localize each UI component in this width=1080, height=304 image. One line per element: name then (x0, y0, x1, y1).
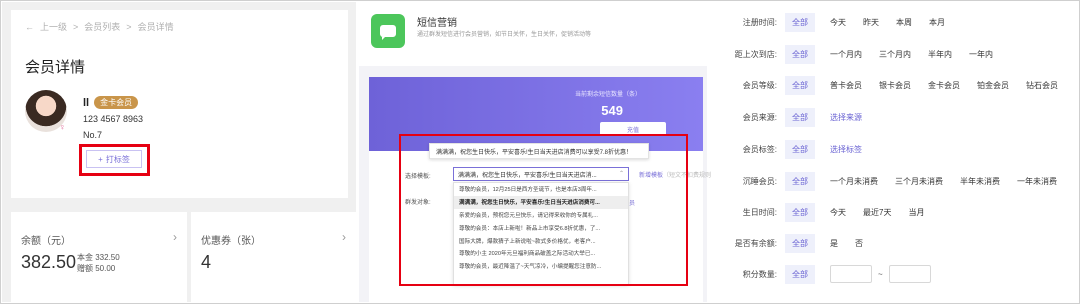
filter-option[interactable]: 一个月未消费 (830, 176, 878, 187)
coupon-card[interactable]: 优惠券（张） › 4 (191, 212, 356, 302)
member-info-card: ← 上一级 > 会员列表 > 会员详情 会员详情 ♀ ll 金卡会员 123 4… (11, 10, 348, 198)
sms-balance-count: 549 (601, 103, 623, 118)
screenshot-frame: ← 上一级 > 会员列表 > 会员详情 会员详情 ♀ ll 金卡会员 123 4… (0, 0, 1080, 304)
breadcrumb-member-list[interactable]: 会员列表 (84, 20, 120, 33)
filter-label: 会员等级: (742, 80, 777, 90)
sms-icon (371, 14, 405, 48)
filter-label: 积分数量: (742, 269, 777, 279)
filter-option[interactable]: 普卡会员 (830, 80, 862, 91)
sms-header: 短信营销 通过群发短信进行会员营销，如节日关怀，生日关怀，促销活动等 (359, 2, 707, 66)
filter-option-all[interactable]: 全部 (785, 44, 815, 64)
filter-option-all[interactable]: 全部 (785, 12, 815, 32)
filter-row-points: 积分数量: 全部 ~ (711, 264, 931, 284)
filter-option[interactable]: 今天 (830, 17, 846, 28)
filter-option[interactable]: 否 (855, 238, 863, 249)
filter-option[interactable]: 当月 (908, 207, 924, 218)
range-separator: ~ (878, 269, 883, 279)
filter-label: 距上次到店: (734, 49, 777, 59)
filter-option[interactable]: 最近7天 (863, 207, 891, 218)
filter-option[interactable]: 本月 (929, 17, 945, 28)
filter-option[interactable]: 昨天 (863, 17, 879, 28)
sms-balance-label: 当前剩余短信数量（条） (574, 92, 641, 98)
breadcrumb-back[interactable]: 上一级 (40, 20, 67, 33)
filter-option[interactable]: 是 (830, 238, 838, 249)
filter-option[interactable]: 铂金会员 (977, 80, 1009, 91)
filter-label: 生日时间: (742, 207, 777, 217)
filter-option[interactable]: 三个月内 (879, 49, 911, 60)
balance-principal: 本金 332.50 (77, 253, 120, 262)
member-number: No.7 (83, 130, 103, 140)
filter-option-all[interactable]: 全部 (785, 139, 815, 159)
chevron-right-icon: › (342, 230, 346, 244)
filter-row-birthday: 生日时间: 全部 今天 最近7天 当月 (711, 202, 941, 222)
filter-label: 沉睡会员: (742, 176, 777, 186)
filter-label: 会员标签: (742, 144, 777, 154)
filter-option-all[interactable]: 全部 (785, 75, 815, 95)
breadcrumb: ← 上一级 > 会员列表 > 会员详情 (25, 20, 174, 33)
coupon-value: 4 (201, 252, 212, 272)
select-source-link[interactable]: 选择来源 (830, 112, 862, 123)
filter-option-all[interactable]: 全部 (785, 107, 815, 127)
coupon-label: 优惠券（张） (201, 236, 261, 247)
balance-label: 余额（元） (21, 236, 71, 247)
member-name: ll (83, 96, 90, 109)
points-max-input[interactable] (888, 265, 931, 283)
filter-row-last-visit: 距上次到店: 全部 一个月内 三个月内 半年内 一年内 (711, 44, 1010, 64)
vip-badge: 金卡会员 (94, 96, 139, 109)
points-min-input[interactable] (830, 265, 872, 283)
filter-option[interactable]: 一年内 (969, 49, 993, 60)
filter-label: 是否有余额: (734, 238, 777, 248)
plus-icon: + (98, 154, 103, 164)
member-filter-panel: 注册时间: 全部 今天 昨天 本周 本月 距上次到店: 全部 一个月内 三个月内… (711, 2, 1079, 302)
filter-option[interactable]: 银卡会员 (879, 80, 911, 91)
sms-description: 通过群发短信进行会员营销，如节日关怀，生日关怀，促销活动等 (417, 32, 592, 38)
filter-row-member-level: 会员等级: 全部 普卡会员 银卡会员 金卡会员 铂金会员 钻石会员 (711, 75, 1058, 95)
select-tags-link[interactable]: 选择标签 (830, 144, 862, 155)
filter-option-all[interactable]: 全部 (785, 233, 815, 253)
balance-bonus: 赠额 50.00 (77, 264, 116, 273)
member-name-row: ll 金卡会员 (83, 96, 139, 109)
filter-option[interactable]: 一年未消费 (1017, 176, 1057, 187)
breadcrumb-sep: > (126, 21, 132, 32)
page-title: 会员详情 (25, 59, 86, 76)
filter-option[interactable]: 本周 (896, 17, 912, 28)
filter-option-all[interactable]: 全部 (785, 264, 815, 284)
sms-title: 短信营销 (417, 18, 457, 29)
back-arrow-icon[interactable]: ← (25, 22, 34, 32)
filter-row-has-balance: 是否有余额: 全部 是 否 (711, 233, 880, 253)
balance-card[interactable]: 余额（元） › 382.50 本金 332.50 赠额 50.00 (11, 212, 187, 302)
filter-row-tags: 会员标签: 全部 选择标签 (711, 139, 879, 159)
member-detail-panel: ← 上一级 > 会员列表 > 会员详情 会员详情 ♀ ll 金卡会员 123 4… (2, 2, 356, 302)
breadcrumb-current: 会员详情 (137, 22, 174, 32)
female-icon: ♀ (59, 122, 66, 132)
highlight-box (399, 134, 688, 286)
breadcrumb-sep: > (73, 21, 79, 32)
balance-value: 382.50 (21, 252, 77, 272)
filter-label: 会员来源: (742, 112, 777, 122)
filter-option[interactable]: 金卡会员 (928, 80, 960, 91)
filter-label: 注册时间: (742, 17, 777, 27)
balance-breakdown: 本金 332.50 赠额 50.00 (77, 252, 120, 274)
filter-option-all[interactable]: 全部 (785, 171, 815, 191)
filter-option[interactable]: 半年内 (928, 49, 952, 60)
chevron-right-icon: › (173, 230, 177, 244)
filter-option[interactable]: 钻石会员 (1026, 80, 1058, 91)
filter-option[interactable]: 半年未消费 (960, 176, 1000, 187)
filter-option[interactable]: 一个月内 (830, 49, 862, 60)
tag-button[interactable]: + 打标签 (86, 150, 142, 168)
filter-option[interactable]: 三个月未消费 (895, 176, 943, 187)
filter-row-source: 会员来源: 全部 选择来源 (711, 107, 879, 127)
filter-option-all[interactable]: 全部 (785, 202, 815, 222)
filter-option[interactable]: 今天 (830, 207, 846, 218)
member-phone: 123 4567 8963 (83, 114, 144, 124)
tag-button-label: 打标签 (105, 154, 130, 164)
filter-row-register-time: 注册时间: 全部 今天 昨天 本周 本月 (711, 12, 962, 32)
filter-row-dormant: 沉睡会员: 全部 一个月未消费 三个月未消费 半年未消费 一年未消费 (711, 171, 1057, 191)
